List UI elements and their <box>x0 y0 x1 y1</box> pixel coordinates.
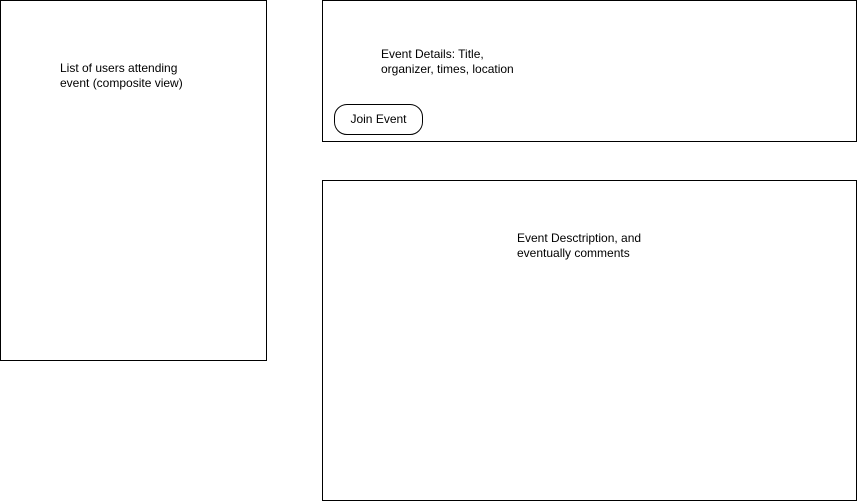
attendees-list-label-line: List of users attending <box>60 61 178 75</box>
attendees-list-label-line: event (composite view) <box>60 76 183 90</box>
event-description-panel: Event Desctription, and eventually comme… <box>322 180 857 501</box>
event-description-label-line: Event Desctription, and <box>517 231 642 245</box>
event-description-label-line: eventually comments <box>517 246 630 260</box>
attendees-list-label: List of users attending event (composite… <box>60 61 183 91</box>
event-details-label-line: organizer, times, location <box>381 62 514 76</box>
event-details-label: Event Details: Title, organizer, times, … <box>381 47 514 77</box>
join-event-button[interactable]: Join Event <box>334 104 423 135</box>
event-details-label-line: Event Details: Title, <box>381 47 484 61</box>
event-description-label: Event Desctription, and eventually comme… <box>517 231 641 261</box>
event-details-panel: Event Details: Title, organizer, times, … <box>322 0 857 142</box>
attendees-list-panel: List of users attending event (composite… <box>0 0 267 361</box>
